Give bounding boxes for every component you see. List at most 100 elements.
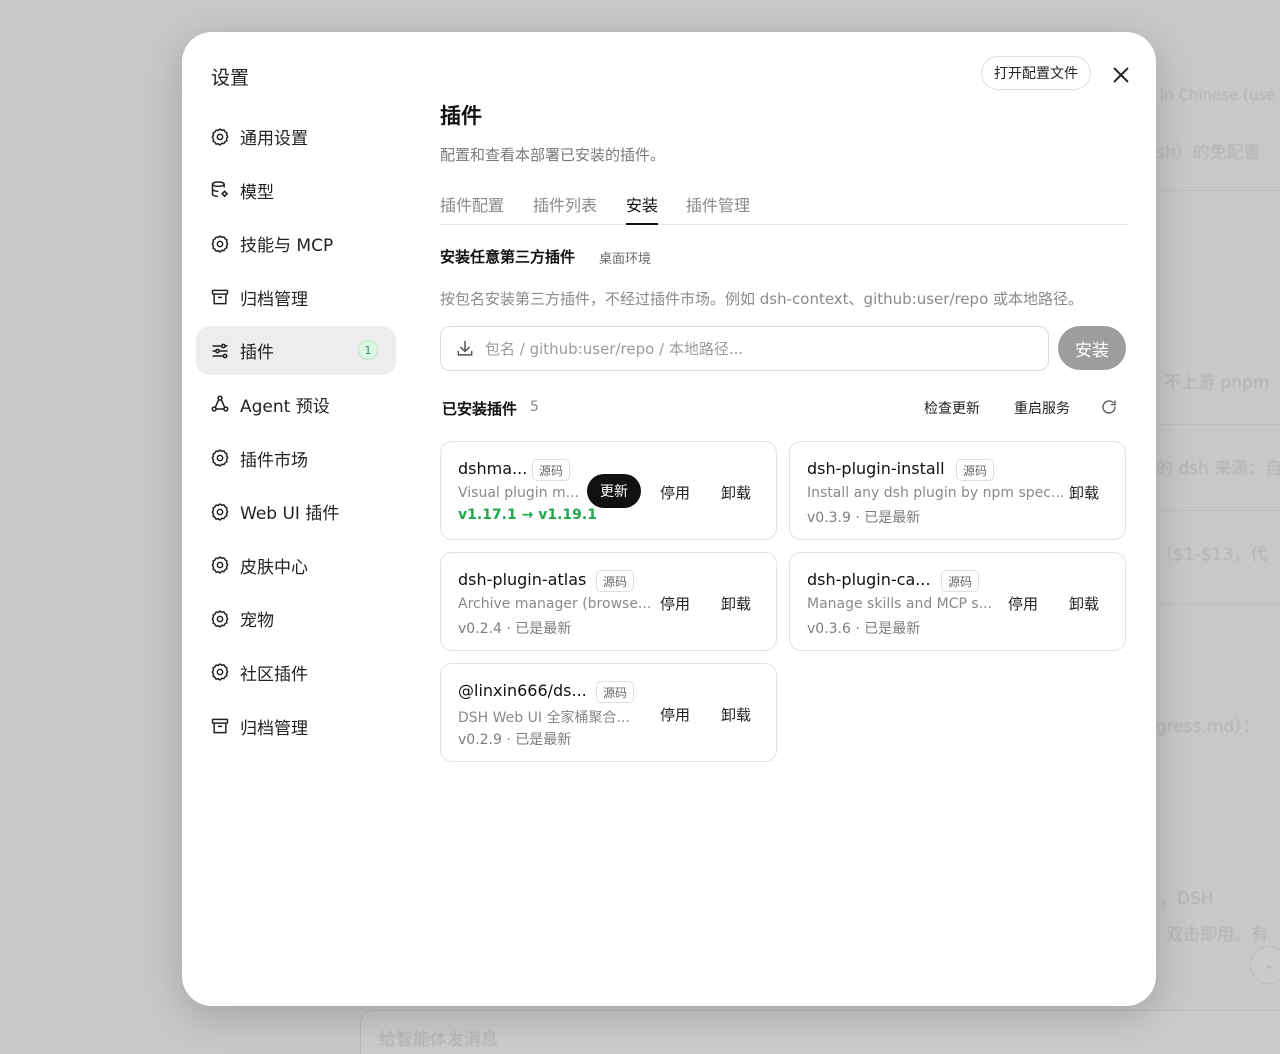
uninstall-button[interactable]: 卸载	[1069, 482, 1099, 503]
gear-icon	[210, 662, 230, 682]
disable-button[interactable]: 停用	[1008, 593, 1038, 614]
nav-item-webui-plugins[interactable]: Web UI 插件	[196, 487, 396, 536]
install-package-input[interactable]	[483, 338, 1027, 359]
plugin-description: Archive manager (browse...	[458, 596, 652, 612]
nav-item-archive[interactable]: 归档管理	[196, 273, 396, 322]
nav-item-pets[interactable]: 宠物	[196, 594, 396, 643]
plugin-version: v0.3.9 · 已是最新	[807, 510, 921, 526]
background-divider	[1156, 424, 1280, 425]
nav-item-label: 归档管理	[240, 289, 308, 310]
background-divider	[1156, 510, 1280, 511]
install-button[interactable]: 安装	[1058, 326, 1126, 370]
installed-count: 5	[530, 399, 539, 415]
share-nodes-icon	[210, 394, 230, 414]
uninstall-button[interactable]: 卸载	[721, 482, 751, 503]
source-tag[interactable]: 源码	[596, 570, 635, 592]
restart-service-button[interactable]: 重启服务	[1014, 398, 1070, 418]
nav-item-label: 皮肤中心	[240, 557, 308, 578]
refresh-icon[interactable]	[1100, 398, 1118, 416]
gear-icon	[210, 502, 230, 522]
archive-icon	[210, 716, 230, 736]
download-icon	[455, 339, 475, 359]
background-text: 的 dsh 来源：自	[1156, 459, 1280, 479]
plugin-description: Install any dsh plugin by npm spec...	[807, 485, 1065, 501]
nav-item-label: 社区插件	[240, 664, 308, 685]
uninstall-button[interactable]: 卸载	[721, 593, 751, 614]
nav-item-label: 归档管理	[240, 718, 308, 739]
plugin-version: v0.2.4 · 已是最新	[458, 621, 572, 637]
plugin-description: DSH Web UI 全家桶聚合...	[458, 710, 630, 726]
nav-item-agent-presets[interactable]: Agent 预设	[196, 380, 396, 429]
nav-item-community-plugins[interactable]: 社区插件	[196, 648, 396, 697]
plugin-version: v1.17.1 → v1.19.1	[458, 507, 597, 523]
plugin-version: v0.2.9 · 已是最新	[458, 732, 572, 748]
page-subtitle: 配置和查看本部署已安装的插件。	[440, 146, 666, 164]
settings-title: 设置	[211, 67, 250, 89]
background-text: 双击即用。有	[1166, 925, 1268, 945]
nav-item-label: 插件市场	[240, 450, 308, 471]
source-tag[interactable]: 源码	[596, 681, 635, 703]
background-text: 不上游 pnpm	[1164, 373, 1270, 393]
nav-item-label: 技能与 MCP	[240, 236, 334, 257]
nav-item-plugins[interactable]: 插件 1	[196, 326, 396, 376]
gear-icon	[210, 127, 230, 147]
plugin-name: dshma...	[458, 459, 528, 478]
nav-item-label: 插件	[240, 343, 274, 364]
background-text: ，DSH	[1160, 889, 1214, 909]
install-input-wrapper	[440, 326, 1049, 371]
sliders-icon	[210, 341, 230, 361]
nav-item-archive-2[interactable]: 归档管理	[196, 702, 396, 751]
scroll-down-icon: ⌄	[1250, 946, 1280, 984]
archive-icon	[210, 287, 230, 307]
plugin-card: dsh-plugin-ca... 源码 Manage skills and MC…	[789, 552, 1126, 651]
nav-item-skin-center[interactable]: 皮肤中心	[196, 541, 396, 590]
background-divider	[1156, 190, 1280, 191]
nav-item-skills-mcp[interactable]: 技能与 MCP	[196, 219, 396, 268]
nav-item-label: 通用设置	[240, 129, 308, 149]
source-tag[interactable]: 源码	[956, 459, 995, 481]
update-button[interactable]: 更新	[587, 474, 641, 508]
tab-plugin-management[interactable]: 插件管理	[686, 192, 750, 224]
background-text: （$1-$13，代	[1156, 545, 1268, 565]
tab-install[interactable]: 安装	[626, 192, 659, 225]
environment-tag: 桌面环境	[599, 252, 652, 267]
uninstall-button[interactable]: 卸载	[721, 704, 751, 725]
installed-plugins-title: 已安装插件	[442, 400, 518, 418]
nav-item-label: Web UI 插件	[240, 504, 340, 525]
nav-item-label: 宠物	[240, 611, 274, 632]
plugin-card: dsh-plugin-install 源码 Install any dsh pl…	[789, 441, 1126, 540]
open-config-button[interactable]: 打开配置文件	[981, 56, 1091, 90]
plugin-description: Visual plugin m...	[458, 485, 579, 501]
nav-item-plugin-market[interactable]: 插件市场	[196, 434, 396, 483]
plugin-name: dsh-plugin-atlas	[458, 570, 587, 589]
disable-button[interactable]: 停用	[660, 482, 690, 503]
tab-plugin-list[interactable]: 插件列表	[533, 192, 597, 224]
close-icon[interactable]	[1110, 64, 1132, 86]
gear-icon	[210, 234, 230, 254]
plugin-description: Manage skills and MCP s...	[807, 596, 993, 612]
uninstall-button[interactable]: 卸载	[1069, 593, 1099, 614]
source-tag[interactable]: 源码	[532, 459, 571, 481]
plugin-name: dsh-plugin-install	[807, 459, 945, 478]
tab-plugin-config[interactable]: 插件配置	[440, 192, 504, 224]
nav-item-model[interactable]: 模型	[196, 166, 396, 215]
page-title: 插件	[440, 104, 482, 128]
nav-item-general[interactable]: 通用设置	[196, 112, 396, 161]
background-text: sh）的免配置	[1156, 143, 1261, 163]
background-divider	[1156, 604, 1280, 605]
background-composer: 给智能体发消息	[360, 1010, 1280, 1054]
settings-nav: 通用设置 模型 技能与 MCP 归档管理 插件 1 Agent 预设 插件市场	[196, 112, 396, 755]
disable-button[interactable]: 停用	[660, 704, 690, 725]
plugin-card: dsh-plugin-atlas 源码 Archive manager (bro…	[440, 552, 777, 651]
notification-badge: 1	[358, 340, 378, 361]
background-text: gress.md）：	[1156, 717, 1260, 737]
install-description: 按包名安装第三方插件，不经过插件市场。例如 dsh-context、github…	[440, 290, 1084, 308]
composer-placeholder: 给智能体发消息	[379, 1030, 498, 1050]
plugin-card: dshma... 源码 Visual plugin m... v1.17.1 →…	[440, 441, 777, 540]
background-text: in Chinese (use	[1160, 86, 1276, 104]
check-updates-button[interactable]: 检查更新	[924, 398, 980, 418]
plugin-tabs: 插件配置 插件列表 安装 插件管理	[440, 188, 1128, 225]
source-tag[interactable]: 源码	[941, 570, 980, 592]
gear-icon	[210, 609, 230, 629]
disable-button[interactable]: 停用	[660, 593, 690, 614]
